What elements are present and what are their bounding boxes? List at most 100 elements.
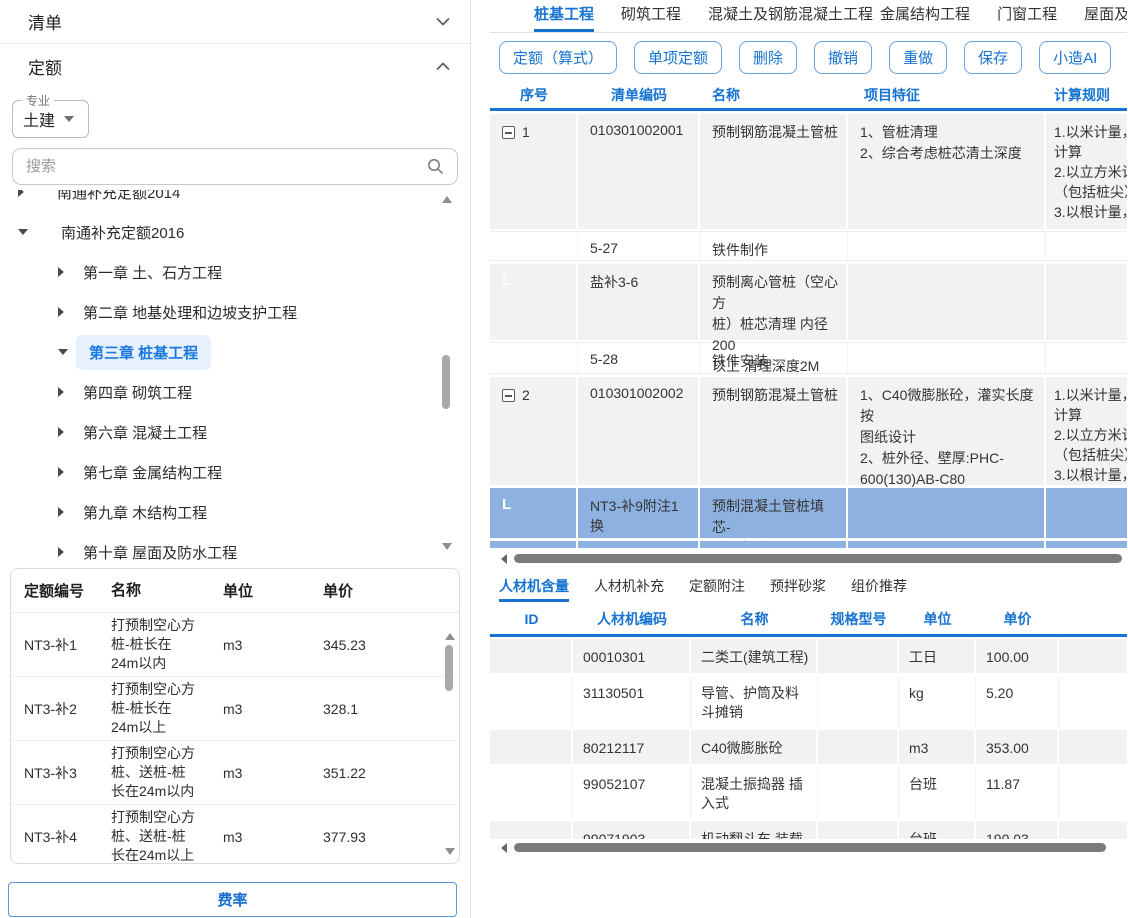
table-row-partial[interactable]: 99071903 机动翻斗车 装载 台班 190.03	[490, 821, 1127, 839]
collapse-icon[interactable]	[502, 126, 515, 139]
table-row[interactable]: NT3-补1 打预制空心方 桩-桩长在 24m以内 m3 345.23	[11, 613, 459, 677]
quota-formula-button[interactable]: 定额（算式）	[499, 41, 617, 74]
caret-down-icon[interactable]	[18, 229, 28, 235]
table-row-sub[interactable]: 5-28 铁件安装	[490, 342, 1127, 374]
section-quota[interactable]: 定额	[0, 44, 470, 88]
single-quota-button[interactable]: 单项定额	[634, 41, 722, 74]
list-hscrollbar-thumb[interactable]	[514, 554, 1122, 563]
tab-quota-notes[interactable]: 定额附注	[689, 576, 745, 602]
table-row[interactable]: NT3-补2 打预制空心方 桩-桩长在 24m以上 m3 328.1	[11, 677, 459, 741]
tab-concrete-rebar[interactable]: 混凝土及钢筋混凝土工程	[708, 3, 873, 32]
scroll-up-icon[interactable]	[445, 633, 455, 640]
caret-right-icon[interactable]	[58, 507, 64, 517]
tree-scrollbar-thumb[interactable]	[442, 355, 450, 409]
major-select[interactable]: 专业 土建	[12, 100, 89, 138]
chevron-down-icon[interactable]	[436, 17, 450, 26]
tree-item-chapter6-concrete[interactable]: 第六章 混凝土工程	[0, 412, 470, 452]
chevron-up-icon[interactable]	[436, 62, 450, 71]
delete-button[interactable]: 删除	[739, 41, 797, 74]
major-select-label: 专业	[22, 92, 54, 109]
table-row[interactable]: 31130501 导管、护筒及料 斗摊销 kg 5.20	[490, 675, 1127, 728]
list-table-header: 序号 清单编码 名称 项目特征 计算规则	[490, 82, 1127, 108]
col-header-spec: 规格型号	[818, 609, 899, 629]
quota-scrollbar-thumb[interactable]	[445, 645, 453, 691]
table-row[interactable]: NT3-补4 打预制空心方 桩、送桩-桩 长在24m以上 m3 377.93	[11, 805, 459, 863]
tree-item-chapter9-timber[interactable]: 第九章 木结构工程	[0, 492, 470, 532]
table-row-item-2[interactable]: 2 010301002002 预制钢筋混凝土管桩 1、C40微膨胀砼，灌实长度按…	[490, 377, 1127, 485]
partial-row	[490, 541, 1127, 548]
col-header-unit: 单位	[211, 580, 311, 601]
table-row[interactable]: 80212117 C40微膨胀砼 m3 353.00	[490, 730, 1127, 764]
undo-button[interactable]: 撤销	[814, 41, 872, 74]
tab-doors-windows[interactable]: 门窗工程	[997, 3, 1057, 32]
caret-right-icon[interactable]	[58, 467, 64, 477]
col-header-name: 名称	[111, 581, 211, 600]
caret-right-icon[interactable]	[58, 547, 64, 557]
tree-item-chapter10-roofing[interactable]: 第十章 屋面及防水工程	[0, 532, 470, 564]
col-header-features: 项目特征	[848, 85, 1046, 105]
table-row-item-1[interactable]: 1 010301002001 预制钢筋混凝土管桩 1、管桩清理 2、综合考虑桩芯…	[490, 114, 1127, 229]
tree-item-chapter2-foundation[interactable]: 第二章 地基处理和边坡支护工程	[0, 292, 470, 332]
col-header-resource-code: 人材机编码	[573, 609, 691, 629]
quota-table-header: 定额编号 名称 单位 单价	[11, 569, 459, 613]
collapse-icon[interactable]	[502, 389, 515, 402]
xiaozao-ai-button[interactable]: 小造AI	[1039, 41, 1111, 74]
tree-item-chapter7-metal[interactable]: 第七章 金属结构工程	[0, 452, 470, 492]
table-row-sub[interactable]: L 盐补3-6 预制离心管桩（空心方 桩）桩芯清理 内径200 以上 清理深度2…	[490, 264, 1127, 340]
quota-table-scrollbar[interactable]	[445, 569, 454, 863]
save-button[interactable]: 保存	[964, 41, 1022, 74]
quota-table-body: NT3-补1 打预制空心方 桩-桩长在 24m以内 m3 345.23 NT3-…	[11, 613, 459, 863]
table-row-sub[interactable]: 5-27 铁件制作	[490, 231, 1127, 261]
tab-roof-waterproof[interactable]: 屋面及防水工	[1084, 3, 1127, 32]
caret-down-icon[interactable]	[58, 349, 68, 355]
section-bill-list[interactable]: 清单	[0, 0, 470, 44]
tab-pile-foundation[interactable]: 桩基工程	[534, 3, 594, 32]
app-window: 清单 定额 专业 土建 南通补充定额2014	[0, 0, 1128, 918]
search-input[interactable]	[26, 158, 427, 175]
search-icon[interactable]	[427, 158, 444, 175]
rate-button[interactable]: 费率	[8, 882, 457, 917]
section-bill-list-label: 清单	[28, 9, 62, 34]
col-header-name: 名称	[691, 609, 818, 629]
tree-item-chapter3-piling[interactable]: 第三章 桩基工程	[0, 332, 470, 372]
tab-pricing-recommend[interactable]: 组价推荐	[851, 576, 907, 602]
table-row-selected[interactable]: L NT3-补9附注1换 预制混凝土管桩填芯- 填混凝土	[490, 488, 1127, 538]
table-row[interactable]: NT3-补3 打预制空心方 桩、送桩-桩 长在24m以内 m3 351.22	[11, 741, 459, 805]
tree-item-nantong-2014[interactable]: 南通补充定额2014	[0, 190, 470, 212]
caret-right-icon[interactable]	[18, 190, 24, 197]
redo-button[interactable]: 重做	[889, 41, 947, 74]
scroll-left-icon[interactable]	[501, 843, 507, 853]
caret-right-icon[interactable]	[58, 267, 64, 277]
tree-item-chapter1-earthwork[interactable]: 第一章 土、石方工程	[0, 252, 470, 292]
col-header-id: ID	[490, 611, 573, 627]
tab-masonry[interactable]: 砌筑工程	[621, 3, 681, 32]
col-header-price: 单价	[976, 609, 1059, 629]
tree-item-nantong-2016[interactable]: 南通补充定额2016	[0, 212, 470, 252]
scroll-left-icon[interactable]	[501, 554, 507, 564]
search-field[interactable]	[12, 148, 458, 185]
child-row-icon: L	[502, 496, 511, 513]
tab-labor-material-supplement[interactable]: 人材机补充	[594, 576, 664, 602]
caret-right-icon[interactable]	[58, 427, 64, 437]
sidebar: 清单 定额 专业 土建 南通补充定额2014	[0, 0, 471, 918]
child-row-icon: L	[502, 272, 511, 289]
tab-premixed-mortar[interactable]: 预拌砂浆	[770, 576, 826, 602]
col-header-seq: 序号	[490, 85, 578, 105]
scroll-up-icon[interactable]	[442, 196, 452, 203]
table-row[interactable]: 99052107 混凝土振捣器 插 入式 台班 11.87	[490, 766, 1127, 819]
table-row[interactable]: 00010301 二类工(建筑工程) 工日 100.00	[490, 639, 1127, 673]
col-header-origin: 产地	[1059, 609, 1127, 629]
detail-hscrollbar-thumb[interactable]	[514, 843, 1106, 852]
tab-labor-material-content[interactable]: 人材机含量	[499, 576, 569, 602]
scroll-down-icon[interactable]	[442, 543, 452, 550]
caret-right-icon[interactable]	[58, 307, 64, 317]
caret-right-icon[interactable]	[58, 387, 64, 397]
list-table-body: 1 010301002001 预制钢筋混凝土管桩 1、管桩清理 2、综合考虑桩芯…	[490, 111, 1127, 548]
scroll-down-icon[interactable]	[445, 848, 455, 855]
detail-table-body: 00010301 二类工(建筑工程) 工日 100.00 31130501 导管…	[490, 637, 1127, 841]
tab-metal-structure[interactable]: 金属结构工程	[880, 3, 970, 32]
tree-item-chapter4-masonry[interactable]: 第四章 砌筑工程	[0, 372, 470, 412]
detail-horizontal-scrollbar[interactable]	[490, 841, 1127, 854]
list-horizontal-scrollbar[interactable]	[490, 552, 1127, 565]
tree-scrollbar[interactable]	[442, 190, 451, 564]
